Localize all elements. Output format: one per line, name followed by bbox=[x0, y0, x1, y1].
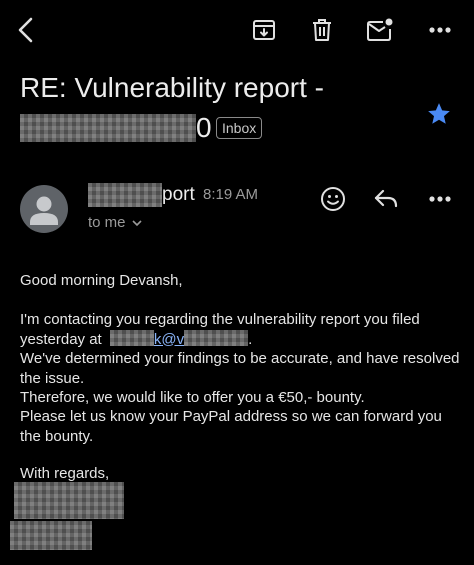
email-subject-continued: 0 bbox=[20, 110, 212, 146]
archive-button[interactable] bbox=[248, 14, 280, 46]
more-options-button[interactable] bbox=[424, 14, 456, 46]
trash-icon bbox=[309, 17, 335, 43]
archive-icon bbox=[251, 17, 277, 43]
sender-name-tail: port bbox=[162, 184, 195, 205]
subject-tail: 0 bbox=[196, 112, 212, 143]
inbox-label-badge[interactable]: Inbox bbox=[216, 117, 263, 139]
email-paragraph-2: We've determined your findings to be acc… bbox=[20, 350, 460, 387]
reply-button[interactable] bbox=[370, 183, 402, 215]
recipient-label: to me bbox=[88, 214, 126, 231]
paragraph-1-end: . bbox=[248, 330, 253, 348]
sender-name[interactable]: port bbox=[88, 183, 195, 207]
email-greeting: Good morning Devansh, bbox=[20, 272, 183, 289]
star-icon bbox=[426, 101, 452, 127]
back-button[interactable] bbox=[10, 14, 42, 46]
reply-icon bbox=[373, 188, 399, 210]
delete-button[interactable] bbox=[306, 14, 338, 46]
person-icon bbox=[30, 196, 58, 225]
message-more-button[interactable] bbox=[424, 183, 456, 215]
recipient-details-toggle[interactable]: to me bbox=[88, 214, 142, 231]
add-reaction-button[interactable] bbox=[317, 183, 349, 215]
mark-unread-button[interactable] bbox=[364, 14, 396, 46]
chevron-left-icon bbox=[15, 17, 37, 43]
email-link[interactable]: k@v bbox=[154, 331, 184, 348]
mail-unread-icon bbox=[366, 17, 394, 43]
message-time: 8:19 AM bbox=[203, 186, 259, 203]
redacted-subject bbox=[20, 114, 196, 142]
more-horizontal-icon bbox=[428, 26, 452, 34]
star-button[interactable] bbox=[426, 101, 452, 127]
email-paragraph-4: Please let us know your PayPal address s… bbox=[20, 408, 442, 445]
email-paragraph-3: Therefore, we would like to offer you a … bbox=[20, 389, 365, 406]
email-paragraph-1: I'm contacting you regarding the vulnera… bbox=[20, 310, 460, 349]
redacted-email-start bbox=[109, 329, 154, 346]
emoji-smile-icon bbox=[320, 186, 346, 212]
chevron-down-icon bbox=[131, 214, 142, 231]
redacted-email-end bbox=[184, 329, 249, 346]
email-subject: RE: Vulnerability report - bbox=[20, 72, 324, 103]
sender-avatar[interactable] bbox=[20, 185, 68, 233]
redacted-sender bbox=[88, 183, 162, 207]
redacted-signature-name bbox=[14, 482, 124, 519]
email-closing: With regards, bbox=[20, 465, 110, 482]
redacted-signature-title bbox=[10, 521, 92, 550]
more-horizontal-icon bbox=[428, 195, 452, 203]
